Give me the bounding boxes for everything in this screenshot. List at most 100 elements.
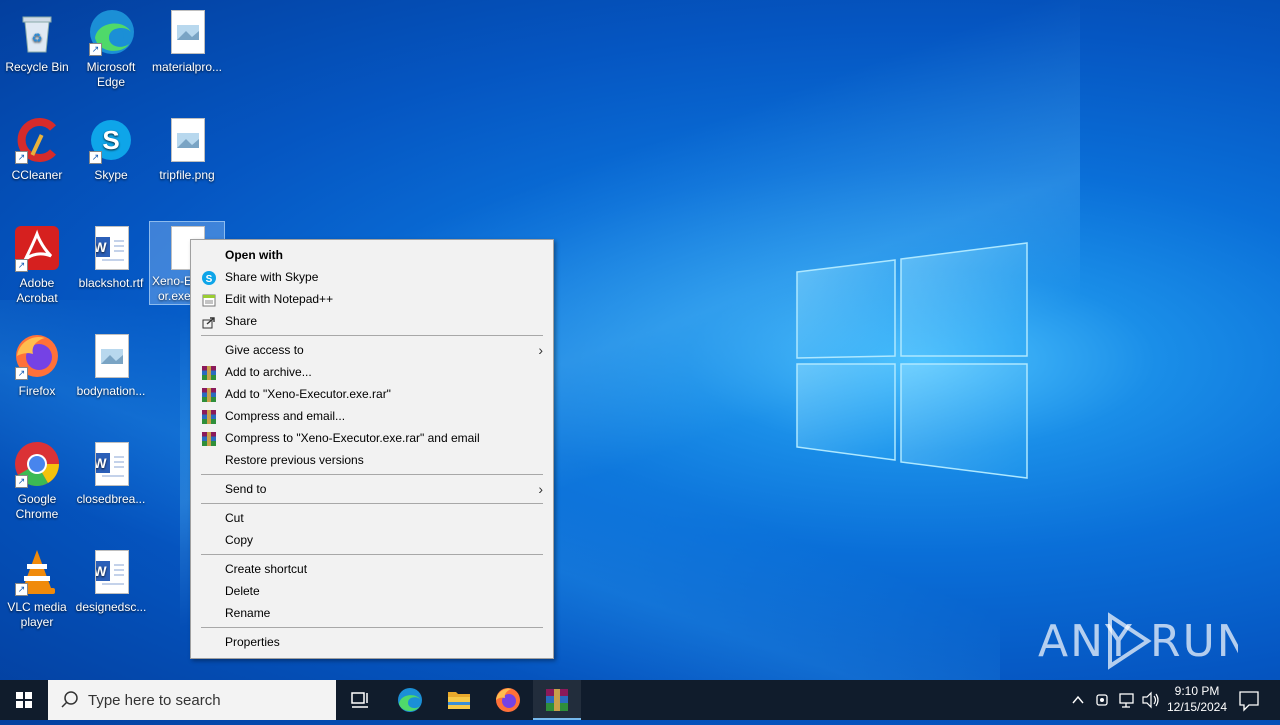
desktop-icon-label: VLC media player (7, 600, 67, 629)
menu-item-label: Create shortcut (225, 562, 308, 576)
desktop-icon-google-chrome[interactable]: ↗ Google Chrome (0, 440, 74, 522)
desktop-icon-label: blackshot.rtf (78, 276, 144, 290)
shortcut-arrow-icon: ↗ (15, 475, 28, 488)
menu-item-label: Add to "Xeno-Executor.exe.rar" (225, 387, 391, 401)
menu-item-compress-to-rar-and-email[interactable]: Compress to "Xeno-Executor.exe.rar" and … (191, 427, 553, 449)
desktop-icon-vlc[interactable]: ↗ VLC media player (0, 548, 74, 630)
menu-item-share-with-skype[interactable]: S Share with Skype (191, 266, 553, 288)
desktop-icon-label: Google Chrome (15, 492, 59, 521)
task-view-icon (351, 692, 368, 708)
taskbar-clock[interactable]: 9:10 PM 12/15/2024 (1160, 683, 1234, 715)
context-menu: Open with S Share with Skype Edit with N… (190, 239, 554, 659)
network-icon (1119, 693, 1134, 708)
taskbar-edge-button[interactable] (386, 680, 434, 720)
menu-item-edit-with-notepadpp[interactable]: Edit with Notepad++ (191, 288, 553, 310)
svg-text:W: W (96, 563, 107, 579)
chrome-icon: ↗ (13, 440, 61, 488)
menu-item-add-to-rar[interactable]: Add to "Xeno-Executor.exe.rar" (191, 383, 553, 405)
menu-item-restore-previous-versions[interactable]: Restore previous versions (191, 449, 553, 471)
anyrun-logo: ANY RUN (1038, 612, 1250, 670)
svg-text:W: W (96, 239, 107, 255)
menu-item-label: Delete (225, 584, 260, 598)
acrobat-icon: ↗ (13, 224, 61, 272)
menu-item-create-shortcut[interactable]: Create shortcut (191, 558, 553, 580)
submenu-chevron-icon: › (538, 342, 543, 358)
show-hidden-icons-button[interactable] (1068, 680, 1088, 720)
winrar-icon (202, 431, 216, 446)
tray-volume-button[interactable] (1140, 680, 1162, 720)
winrar-icon (202, 365, 216, 380)
camera-tray-icon (1096, 694, 1108, 706)
skype-icon: S (202, 270, 216, 285)
word-document-icon: W (87, 440, 135, 488)
menu-item-give-access-to[interactable]: Give access to › (191, 339, 553, 361)
menu-item-label: Edit with Notepad++ (225, 292, 334, 306)
taskbar-file-explorer-button[interactable] (435, 680, 483, 720)
menu-item-share[interactable]: Share (191, 310, 553, 332)
menu-item-label: Cut (225, 511, 244, 525)
desktop-icon-label: Microsoft Edge (86, 60, 136, 89)
shortcut-arrow-icon: ↗ (15, 259, 28, 272)
menu-item-label: Restore previous versions (225, 453, 364, 467)
menu-item-send-to[interactable]: Send to › (191, 478, 553, 500)
menu-item-label: Compress to "Xeno-Executor.exe.rar" and … (225, 431, 480, 445)
action-center-button[interactable] (1234, 680, 1264, 720)
menu-item-properties[interactable]: Properties (191, 631, 553, 653)
svg-text:♻: ♻ (32, 31, 43, 45)
windows-start-icon (16, 692, 32, 708)
menu-item-label: Rename (225, 606, 271, 620)
menu-separator (201, 554, 543, 555)
edge-icon: ↗ (87, 8, 135, 56)
desktop-icon-ccleaner[interactable]: ↗ CCleaner (0, 116, 74, 183)
desktop-icon-firefox[interactable]: ↗ Firefox (0, 332, 74, 399)
menu-item-cut[interactable]: Cut (191, 507, 553, 529)
word-document-icon: W (87, 548, 135, 596)
vlc-icon: ↗ (13, 548, 61, 596)
taskbar-winrar-button[interactable] (533, 680, 581, 720)
tray-network-button[interactable] (1116, 680, 1138, 720)
desktop-icon-edge[interactable]: ↗ Microsoft Edge (74, 8, 148, 90)
desktop-icon-closedbrea[interactable]: W closedbrea... (74, 440, 148, 507)
start-button[interactable] (0, 680, 48, 720)
menu-item-compress-and-email[interactable]: Compress and email... (191, 405, 553, 427)
menu-item-open-with[interactable]: Open with (191, 244, 553, 266)
menu-item-add-to-archive[interactable]: Add to archive... (191, 361, 553, 383)
desktop-icon-label: Recycle Bin (5, 60, 69, 74)
menu-item-label: Properties (225, 635, 280, 649)
notification-icon (1239, 691, 1259, 712)
desktop-icon-tripfile[interactable]: tripfile.png (150, 116, 224, 183)
svg-text:W: W (96, 455, 107, 471)
winrar-icon (546, 689, 568, 711)
menu-item-copy[interactable]: Copy (191, 529, 553, 551)
desktop-icon-recycle-bin[interactable]: ♻ Recycle Bin (0, 8, 74, 75)
desktop-icon-blackshot[interactable]: W blackshot.rtf (74, 224, 148, 291)
menu-separator (201, 627, 543, 628)
image-file-icon (163, 116, 211, 164)
menu-item-rename[interactable]: Rename (191, 602, 553, 624)
desktop-icon-label: CCleaner (11, 168, 63, 182)
desktop-icon-label: Firefox (18, 384, 56, 398)
taskbar-search-box[interactable]: Type here to search (48, 680, 336, 720)
tray-meet-now-button[interactable] (1092, 680, 1114, 720)
desktop-icon-skype[interactable]: S ↗ Skype (74, 116, 148, 183)
menu-item-label: Open with (225, 248, 283, 262)
menu-separator (201, 503, 543, 504)
task-view-button[interactable] (336, 680, 384, 720)
taskbar: Type here to search 9:10 PM 12/15/2024 (0, 680, 1280, 720)
anyrun-watermark: ANY RUN (1038, 610, 1250, 672)
notepadpp-icon (202, 292, 216, 307)
desktop-icon-label: tripfile.png (159, 168, 215, 182)
clock-time: 9:10 PM (1174, 684, 1220, 698)
word-document-icon: W (87, 224, 135, 272)
shortcut-arrow-icon: ↗ (15, 151, 28, 164)
menu-item-label: Share (225, 314, 258, 328)
desktop-icon-bodynation[interactable]: bodynation... (74, 332, 148, 399)
desktop-icon-materialpro[interactable]: materialpro... (150, 8, 224, 75)
desktop-icon-designedsc[interactable]: W designedsc... (74, 548, 148, 615)
desktop-icon-adobe-acrobat[interactable]: ↗ Adobe Acrobat (0, 224, 74, 306)
menu-item-delete[interactable]: Delete (191, 580, 553, 602)
image-file-icon (87, 332, 135, 380)
shortcut-arrow-icon: ↗ (15, 583, 28, 596)
edge-icon (398, 688, 422, 712)
taskbar-firefox-button[interactable] (484, 680, 532, 720)
